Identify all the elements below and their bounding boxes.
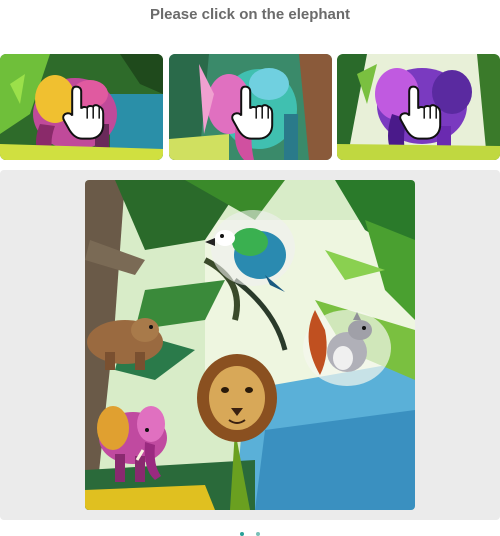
example-image-2: [169, 54, 332, 160]
footer-strip: [0, 528, 500, 536]
captcha-page: Please click on the elephant: [0, 0, 500, 536]
challenge-panel: [0, 170, 500, 520]
pointing-hand-icon: [398, 85, 441, 140]
lion-tile[interactable]: [197, 354, 277, 442]
footer-indicator-dot: [256, 532, 260, 536]
squirrel-tile[interactable]: [303, 310, 391, 386]
challenge-image[interactable]: [85, 180, 415, 510]
example-image-3: [337, 54, 500, 160]
pointing-hand-icon: [61, 85, 104, 140]
captcha-prompt: Please click on the elephant: [149, 6, 351, 23]
pointing-hand-icon: [230, 85, 273, 140]
jungle-scene: [85, 180, 415, 510]
footer-indicator-dot: [240, 532, 244, 536]
example-strip: [0, 54, 500, 160]
example-image-1: [0, 54, 163, 160]
